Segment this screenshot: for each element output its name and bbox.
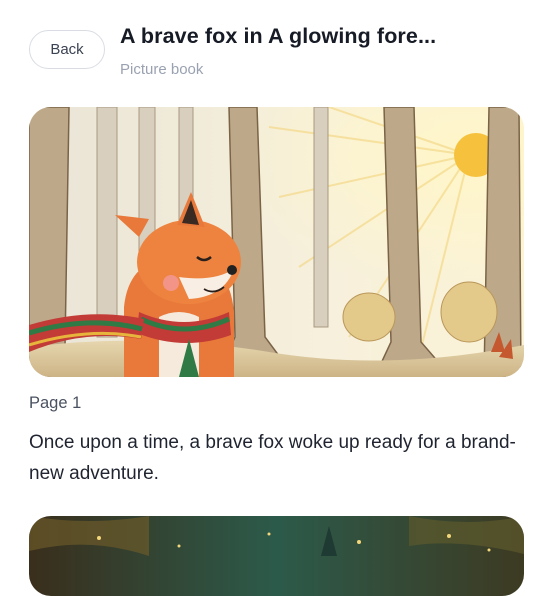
page-subtitle: Picture book (120, 61, 204, 78)
glowing-forest-illustration (29, 516, 524, 596)
back-button[interactable]: Back (29, 30, 105, 69)
page-title: A brave fox in A glowing fore... (120, 24, 437, 48)
page-story-text: Once upon a time, a brave fox woke up re… (29, 432, 516, 484)
page-illustration (29, 107, 524, 377)
next-page-illustration (29, 516, 524, 596)
page-number-label: Page 1 (29, 394, 82, 412)
fox-forest-illustration (29, 107, 524, 377)
